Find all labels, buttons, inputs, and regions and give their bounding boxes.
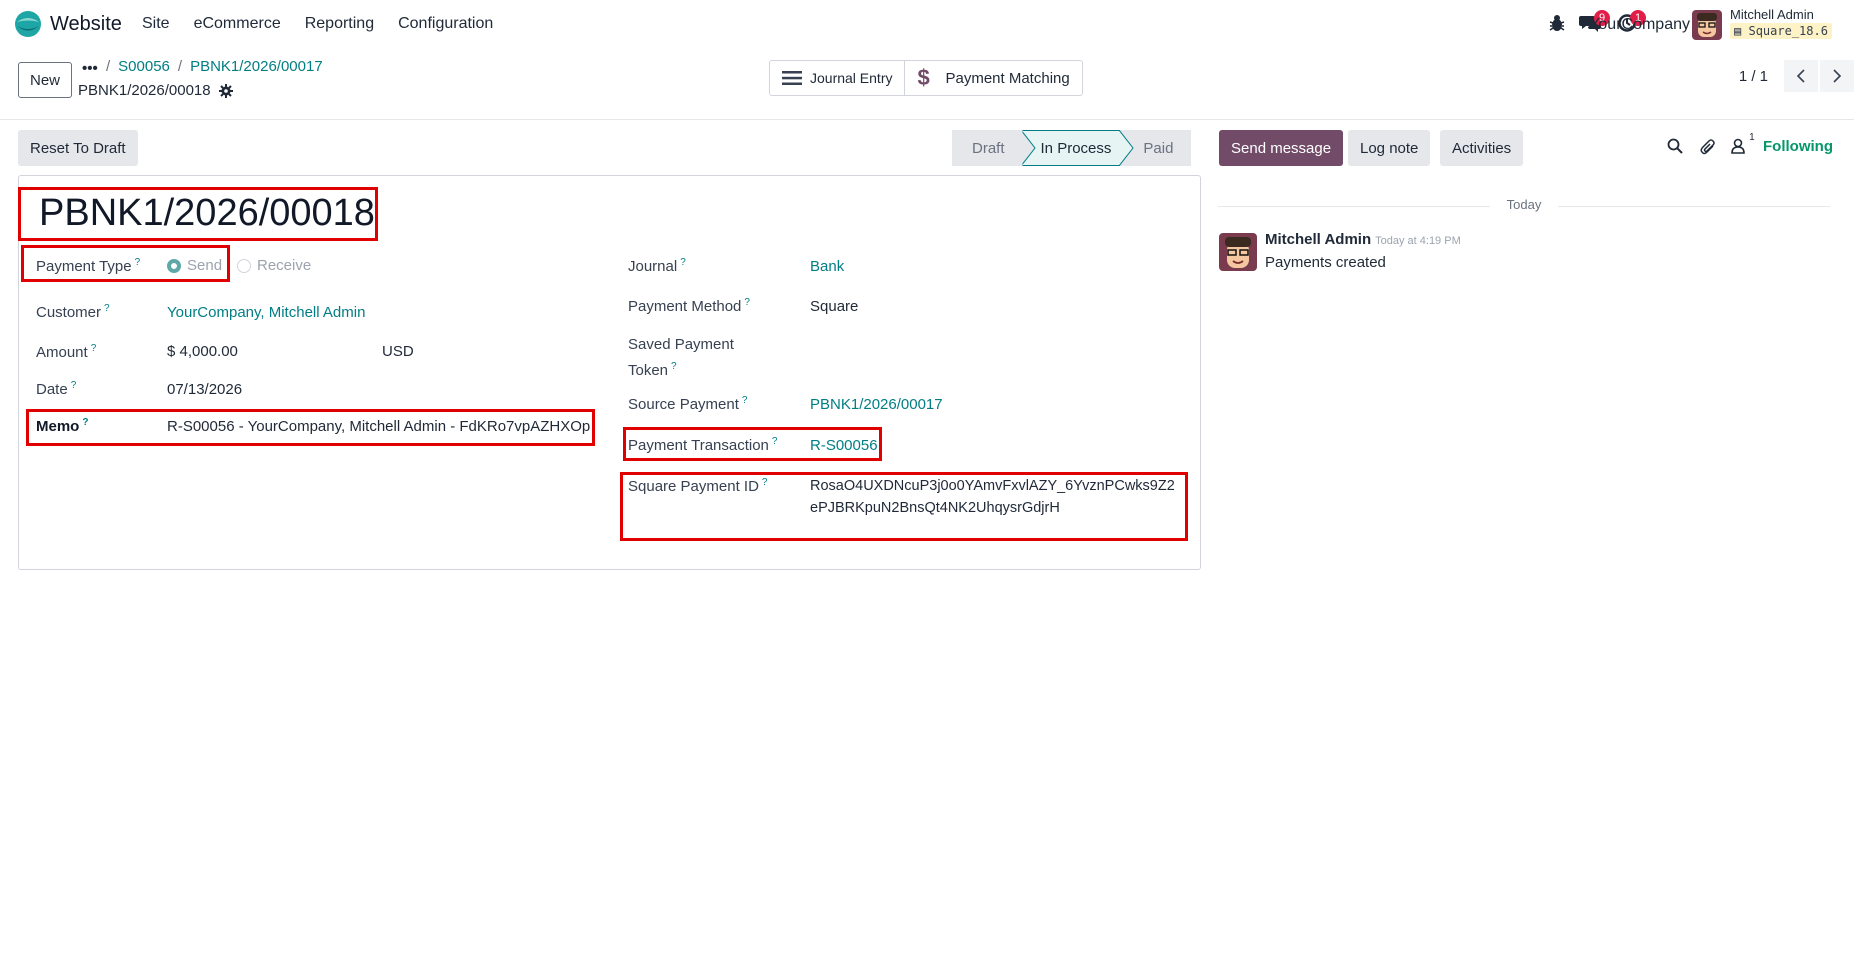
- message-time: Today at 4:19 PM: [1375, 235, 1461, 247]
- gear-icon[interactable]: [218, 83, 233, 98]
- journal-field[interactable]: Bank: [810, 258, 844, 275]
- systray: 9 1 YourCompany Mitchell Admin ▤ Square_…: [1414, 0, 1854, 50]
- stage-arrow-right: [1119, 130, 1136, 166]
- pager-value[interactable]: 1 / 1: [1739, 68, 1768, 85]
- amount-field[interactable]: $ 4,000.00: [167, 343, 238, 360]
- highlight-payment-transaction: [623, 427, 882, 461]
- website-app-icon: [15, 11, 41, 37]
- date-label: Date?: [36, 380, 77, 398]
- journal-entry-button[interactable]: Journal Entry: [770, 61, 904, 95]
- message-author-avatar: [1219, 233, 1257, 271]
- log-note-button[interactable]: Log note: [1348, 130, 1431, 166]
- chevron-left-icon: [1796, 69, 1805, 83]
- highlight-payment-type: [21, 245, 230, 282]
- payment-matching-label: Payment Matching: [945, 69, 1070, 87]
- amount-label: Amount?: [36, 343, 97, 361]
- message-author-name[interactable]: Mitchell Admin: [1265, 231, 1371, 248]
- menu-configuration[interactable]: Configuration: [398, 15, 493, 33]
- status-bar: Draft In Process Paid: [952, 130, 1192, 166]
- source-payment-field[interactable]: PBNK1/2026/00017: [810, 396, 943, 413]
- breadcrumb-more[interactable]: •••: [82, 60, 98, 77]
- followers-button[interactable]: 1: [1731, 132, 1755, 158]
- chevron-right-icon: [1833, 69, 1842, 83]
- menu-ecommerce[interactable]: eCommerce: [194, 15, 281, 33]
- activities-button[interactable]: Activities: [1440, 130, 1524, 166]
- followers-count: 1: [1749, 132, 1755, 143]
- breadcrumb-sale-order[interactable]: S00056: [118, 58, 170, 75]
- message-body: Payments created: [1265, 254, 1386, 271]
- payment-method-label: Payment Method?: [628, 297, 750, 315]
- person-icon: [1731, 138, 1745, 154]
- separator-line: [1218, 206, 1490, 207]
- user-menu[interactable]: Mitchell Admin ▤ Square_18.6: [1692, 6, 1832, 42]
- dollar-icon: $: [917, 65, 930, 90]
- following-button[interactable]: Following: [1763, 138, 1833, 155]
- radio-receive-label: Receive: [257, 257, 312, 274]
- highlight-memo: [26, 409, 595, 446]
- control-panel: New ••• / S00056 / PBNK1/2026/00017 PBNK…: [0, 50, 1854, 120]
- source-payment-label: Source Payment?: [628, 395, 748, 413]
- date-field[interactable]: 07/13/2026: [167, 381, 242, 398]
- highlight-title: [18, 187, 378, 241]
- breadcrumb-source-payment[interactable]: PBNK1/2026/00017: [190, 58, 323, 75]
- saved-token-label: Saved Payment Token?: [628, 336, 734, 379]
- company-switcher[interactable]: YourCompany: [1589, 16, 1690, 34]
- user-avatar: [1692, 10, 1722, 40]
- stage-in-process[interactable]: In Process: [1036, 130, 1120, 166]
- database-name: Square_18.6: [1748, 24, 1828, 38]
- customer-label: Customer?: [36, 303, 110, 321]
- day-separator-label: Today: [1506, 197, 1542, 212]
- customer-field[interactable]: YourCompany, Mitchell Admin: [167, 304, 365, 321]
- debug-button[interactable]: [1549, 14, 1565, 36]
- payment-method-field[interactable]: Square: [810, 298, 858, 315]
- stage-draft[interactable]: Draft: [952, 130, 1023, 166]
- menu-site[interactable]: Site: [142, 15, 170, 33]
- database-tag: ▤ Square_18.6: [1730, 23, 1832, 39]
- bug-icon: [1549, 15, 1565, 31]
- highlight-square-payment-id: [620, 472, 1188, 541]
- current-record: PBNK1/2026/00018: [78, 82, 233, 99]
- payment-type-receive[interactable]: Receive: [237, 257, 311, 274]
- chatter-search[interactable]: [1667, 138, 1683, 158]
- stage-paid-label: Paid: [1143, 139, 1174, 157]
- stage-arrow-left: [1020, 130, 1037, 166]
- day-separator: Today: [1218, 196, 1830, 216]
- user-name: Mitchell Admin: [1730, 7, 1814, 22]
- breadcrumb-separator: /: [177, 58, 183, 75]
- chatter-attachments[interactable]: [1700, 138, 1716, 160]
- new-button[interactable]: New: [18, 62, 72, 98]
- separator-line: [1558, 206, 1830, 207]
- paperclip-icon: [1700, 139, 1715, 155]
- smart-buttons: Journal Entry $ Payment Matching: [769, 60, 1083, 96]
- app-brand[interactable]: Website: [14, 10, 122, 38]
- database-icon: ▤: [1734, 24, 1742, 38]
- breadcrumb-separator: /: [106, 58, 111, 75]
- stage-draft-label: Draft: [972, 139, 1005, 157]
- pager-next[interactable]: [1820, 60, 1854, 92]
- breadcrumb: / S00056 / PBNK1/2026/00017: [106, 58, 323, 75]
- current-record-name: PBNK1/2026/00018: [78, 82, 211, 99]
- menu-reporting[interactable]: Reporting: [305, 15, 374, 33]
- search-icon: [1667, 138, 1683, 154]
- hamburger-icon: [782, 71, 802, 85]
- main-menu: Site eCommerce Reporting Configuration: [142, 15, 493, 33]
- journal-label: Journal?: [628, 257, 686, 275]
- pager: 1 / 1: [1739, 60, 1854, 92]
- send-message-button[interactable]: Send message: [1219, 130, 1344, 166]
- currency-field[interactable]: USD: [382, 343, 414, 360]
- radio-receive[interactable]: [237, 258, 251, 273]
- stage-in-process-label: In Process: [1040, 139, 1112, 157]
- message-author: Mitchell Admin Today at 4:19 PM: [1265, 231, 1461, 248]
- stage-paid[interactable]: Paid: [1135, 130, 1192, 166]
- app-name: Website: [50, 12, 122, 35]
- payment-matching-button[interactable]: $ Payment Matching: [904, 61, 1081, 95]
- top-navbar: Website Site eCommerce Reporting Configu…: [0, 0, 1854, 50]
- journal-entry-label: Journal Entry: [810, 70, 893, 86]
- reset-to-draft-button[interactable]: Reset To Draft: [18, 130, 138, 166]
- pager-previous[interactable]: [1784, 60, 1818, 92]
